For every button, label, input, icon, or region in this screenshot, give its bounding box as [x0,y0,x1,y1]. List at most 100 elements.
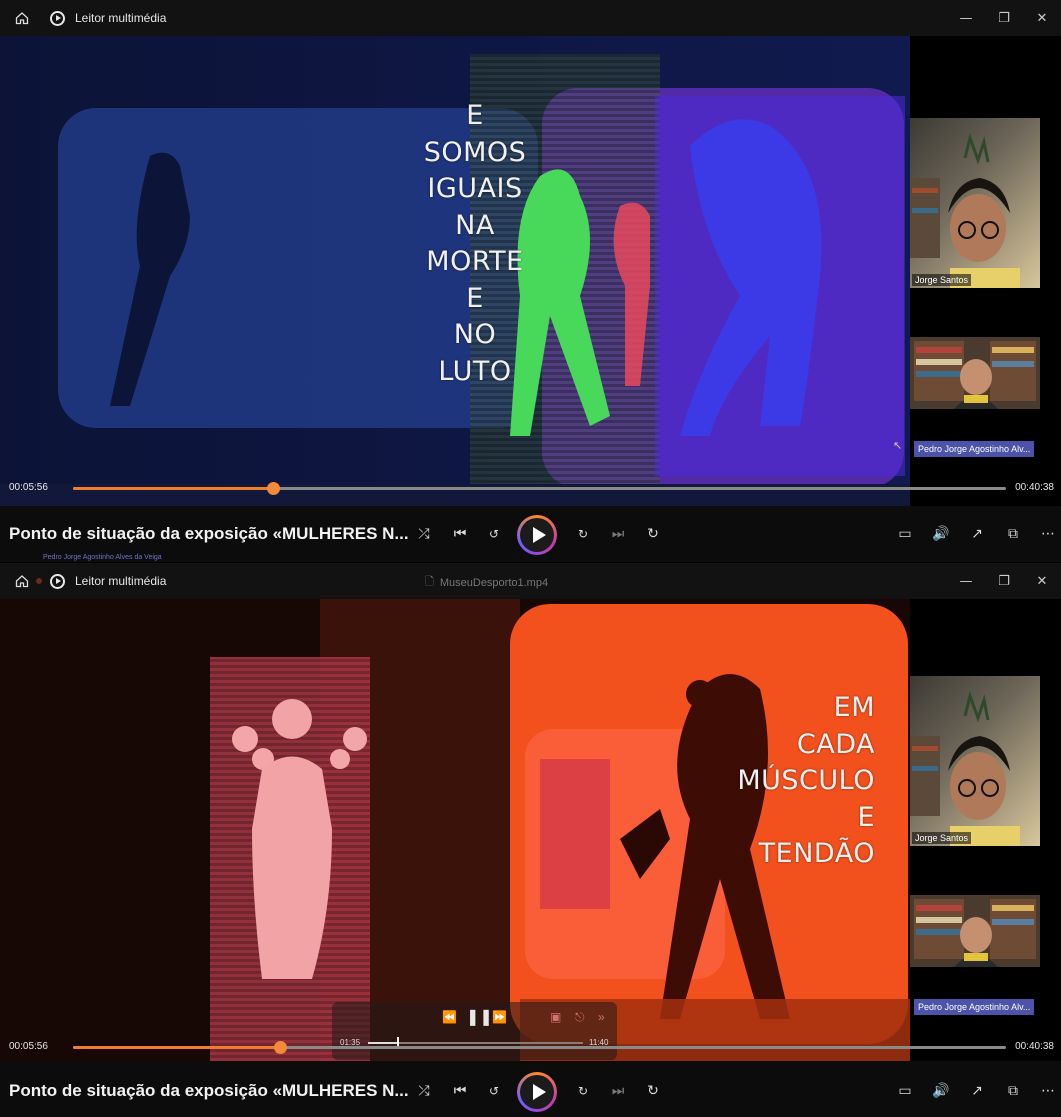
file-icon: 🗋 [425,576,434,588]
mini-player-icon[interactable]: ⧉ [1000,521,1026,547]
underlay-caption: Pedro Jorge Agostinho Alves da Veiga [43,554,162,561]
poem-line: EM [833,692,875,723]
rewind-10-icon[interactable]: ↺ [481,521,507,547]
participant-sidebar: Jorge Santos Pedro Jorge Agostinho Alv..… [893,36,1061,506]
mini-player-icon[interactable]: ⧉ [1000,1078,1026,1104]
share-icon[interactable]: ⎋ [575,1010,585,1025]
participant-portrait-1 [910,690,1020,846]
poem-line: IGUAIS [427,173,523,204]
chevron-right-icon[interactable]: » [598,1010,605,1024]
more-icon[interactable]: ⋯ [1035,1078,1061,1104]
participant-video-1: Jorge Santos [910,118,1040,288]
participant-name-1: Jorge Santos [912,274,972,286]
file-name: 🗋 MuseuDesporto1.mp4 [425,573,548,592]
file-name-text: MuseuDesporto1.mp4 [439,576,549,589]
poem-line: NO [453,319,497,350]
picture-in-picture-icon[interactable]: ▣ [550,1010,561,1024]
play-icon [532,1084,546,1100]
rewind-icon[interactable]: ⏪ [442,1010,457,1024]
repeat-off-icon[interactable]: ↻ [640,521,666,547]
more-icon[interactable]: ⋯ [1035,521,1061,547]
participant-name-chip: Pedro Jorge Agostinho Alv... [914,999,1035,1015]
poem-line: LUTO [438,355,512,387]
poem-line: NA [455,209,495,241]
subtitles-icon[interactable]: ▭ [892,1078,918,1104]
participant-video-1: Jorge Santos [910,676,1040,846]
poem-line: E [466,282,484,314]
forward-30-icon[interactable]: ↻ [570,1078,596,1104]
seek-track[interactable] [73,482,1006,495]
media-title: Ponto de situação da exposição «MULHERES… [9,1081,409,1100]
seek-bar[interactable]: 00:05:56 00:40:38 [0,476,1061,500]
next-icon[interactable]: ⏭ [605,521,631,547]
next-icon[interactable]: ⏭ [605,1078,631,1104]
play-button[interactable] [517,1072,557,1112]
app-title: Leitor multimédia [75,574,167,588]
participant-sidebar: Jorge Santos Pedro Jorge Agostinho Alv..… [910,599,1061,1061]
title-bar: Leitor multimédia 🗋 MuseuDesporto1.mp4 —… [0,563,1061,599]
minimize-icon[interactable]: — [947,563,985,599]
play-button[interactable] [517,515,557,555]
volume-icon[interactable]: 🔊 [928,1078,954,1104]
title-bar: Leitor multimédia — ❐ ✕ [0,0,1061,36]
minimize-icon[interactable]: — [947,0,985,36]
app-logo-icon [50,10,65,26]
restore-icon[interactable]: ❐ [985,563,1023,599]
participant-video-2 [910,337,1040,409]
forward-30-icon[interactable]: ↻ [570,521,596,547]
poem-line: CADA [796,728,875,760]
participant-video-2 [910,895,1040,967]
window-controls: — ❐ ✕ [947,0,1061,36]
app-logo-icon [50,573,65,589]
home-icon[interactable] [14,10,30,26]
poem-line: SOMOS [423,136,527,168]
restore-icon[interactable]: ❐ [985,0,1023,36]
media-title: Ponto de situação da exposição «MULHERES… [9,524,409,543]
fast-forward-icon[interactable]: ⏩ [492,1010,507,1024]
seek-track[interactable] [73,1041,1006,1054]
seek-fill [73,1046,281,1049]
media-player-window-1: Leitor multimédia — ❐ ✕ E SOMOS IGUAIS N… [0,0,1061,562]
participant-portrait-1 [910,132,1020,288]
participant-name-1: Jorge Santos [912,832,972,844]
pause-icon[interactable]: ❚❚ [466,1007,493,1027]
repeat-off-icon[interactable]: ↻ [640,1078,666,1104]
fullscreen-icon[interactable]: ↗ [964,521,990,547]
volume-icon[interactable]: 🔊 [928,521,954,547]
seek-bar[interactable]: 00:05:56 00:40:38 [0,1035,1061,1059]
play-icon [532,527,546,543]
video-frame[interactable]: E SOMOS IGUAIS NA MORTE E NO LUTO [0,36,910,506]
app-title: Leitor multimédia [75,11,167,25]
window-controls: — ❐ ✕ [947,563,1061,599]
participant-name-chip: Pedro Jorge Agostinho Alv... [914,441,1035,457]
participant-portrait-2 [910,895,1040,967]
close-icon[interactable]: ✕ [1023,563,1061,599]
poem-line: MORTE [426,246,524,277]
home-icon[interactable] [14,573,30,589]
control-bar: Ponto de situação da exposição «MULHERES… [0,1071,1061,1113]
time-total: 00:40:38 [1015,1041,1054,1052]
control-bar: Ponto de situação da exposição «MULHERES… [0,514,1061,561]
rewind-10-icon[interactable]: ↺ [481,1078,507,1104]
previous-icon[interactable]: ⏮ [447,521,473,547]
shuffle-icon[interactable]: ⤮ [411,521,437,547]
time-current: 00:05:56 [9,1041,48,1052]
poem-line: E [466,100,484,131]
seek-fill [73,487,273,490]
recording-dot-icon [36,578,42,584]
fullscreen-icon[interactable]: ↗ [964,1078,990,1104]
close-icon[interactable]: ✕ [1023,0,1061,36]
cursor-icon: ↖ [893,439,903,452]
poem-line: E [857,801,875,833]
time-total: 00:40:38 [1015,482,1054,493]
video-poem-text: EM CADA MÚSCULO E TENDÃO [620,690,875,873]
poem-line: MÚSCULO [737,765,875,796]
media-player-window-2: Leitor multimédia 🗋 MuseuDesporto1.mp4 —… [0,563,1061,1117]
time-current: 00:05:56 [9,482,48,493]
subtitles-icon[interactable]: ▭ [892,521,918,547]
seek-thumb[interactable] [274,1041,288,1054]
seek-thumb[interactable] [266,482,280,495]
shuffle-icon[interactable]: ⤮ [411,1078,437,1104]
poem-line: TENDÃO [758,838,875,869]
previous-icon[interactable]: ⏮ [447,1078,473,1104]
